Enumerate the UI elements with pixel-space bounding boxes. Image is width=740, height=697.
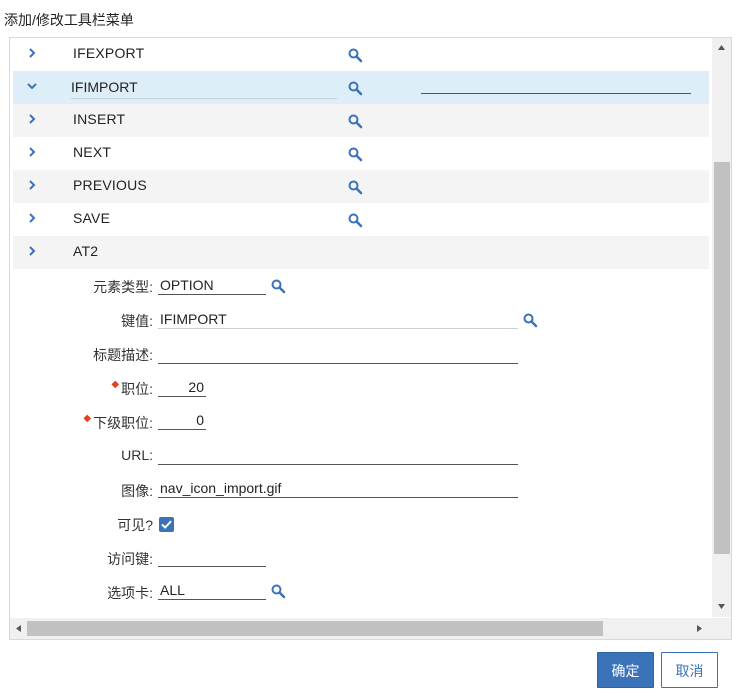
- position-label-text: 职位:: [121, 381, 153, 397]
- chevron-right-icon[interactable]: [25, 244, 39, 258]
- sub-position-field[interactable]: 0: [158, 410, 206, 430]
- chevron-right-icon[interactable]: [25, 211, 39, 225]
- key-value-label: 键值:: [121, 313, 153, 329]
- horizontal-scrollbar-thumb[interactable]: [27, 621, 603, 636]
- image-field[interactable]: nav_icon_import.gif: [158, 478, 518, 498]
- url-field[interactable]: [158, 445, 518, 465]
- tree-row-previous[interactable]: PREVIOUS: [13, 170, 709, 203]
- tree-row-ifexport[interactable]: IFEXPORT: [13, 38, 709, 71]
- row-name-input[interactable]: IFIMPORT: [71, 76, 337, 99]
- row-label: INSERT: [73, 111, 126, 127]
- search-icon[interactable]: [347, 212, 363, 228]
- search-icon[interactable]: [347, 113, 363, 129]
- key-value-field[interactable]: IFIMPORT: [158, 309, 518, 329]
- menu-tree-panel: IFEXPORT IFIMPORT INSERT NEXT PREVIOUS S…: [9, 37, 732, 640]
- title-description-label: 标题描述:: [93, 347, 153, 363]
- dialog-title: 添加/修改工具栏菜单: [4, 12, 134, 28]
- row-label: NEXT: [73, 144, 112, 160]
- search-icon[interactable]: [522, 312, 538, 328]
- chevron-right-icon[interactable]: [25, 178, 39, 192]
- chevron-right-icon[interactable]: [25, 46, 39, 60]
- visible-label: 可见?: [117, 517, 153, 533]
- tree-row-at2[interactable]: AT2: [13, 236, 709, 269]
- search-icon[interactable]: [347, 146, 363, 162]
- element-type-label: 元素类型:: [93, 279, 153, 295]
- row-description-input[interactable]: [421, 93, 691, 94]
- position-label: ◆ 职位:: [111, 379, 153, 399]
- title-description-field[interactable]: [158, 344, 518, 364]
- horizontal-scrollbar[interactable]: [10, 618, 731, 639]
- tree-row-next[interactable]: NEXT: [13, 137, 709, 170]
- row-label: AT2: [73, 243, 99, 259]
- checkmark-icon: [161, 520, 172, 529]
- vertical-scrollbar[interactable]: [712, 38, 731, 617]
- search-icon[interactable]: [347, 47, 363, 63]
- scroll-right-arrow-icon[interactable]: [694, 623, 705, 634]
- search-icon[interactable]: [270, 583, 286, 599]
- visible-checkbox[interactable]: [159, 517, 174, 532]
- access-key-field[interactable]: [158, 547, 266, 567]
- url-label: URL:: [121, 447, 153, 463]
- sub-position-label: ◆ 下级职位:: [83, 413, 153, 433]
- row-label: SAVE: [73, 210, 111, 226]
- ok-button[interactable]: 确定: [597, 652, 654, 688]
- access-key-label: 访问键:: [107, 551, 153, 567]
- image-label: 图像:: [121, 483, 153, 499]
- required-marker: ◆: [111, 379, 120, 390]
- tab-label: 选项卡:: [107, 585, 153, 601]
- position-field[interactable]: 20: [158, 377, 206, 397]
- chevron-right-icon[interactable]: [25, 112, 39, 126]
- vertical-scrollbar-thumb[interactable]: [714, 162, 730, 554]
- scroll-up-arrow-icon[interactable]: [716, 42, 727, 53]
- search-icon[interactable]: [347, 80, 363, 96]
- sub-position-label-text: 下级职位:: [93, 415, 153, 431]
- tree-row-save[interactable]: SAVE: [13, 203, 709, 236]
- required-marker: ◆: [83, 413, 92, 424]
- tree-row-ifimport[interactable]: IFIMPORT: [13, 71, 709, 104]
- search-icon[interactable]: [270, 278, 286, 294]
- chevron-right-icon[interactable]: [25, 145, 39, 159]
- cancel-button[interactable]: 取消: [661, 652, 718, 688]
- tree-row-insert[interactable]: INSERT: [13, 104, 709, 137]
- element-type-field[interactable]: OPTION: [158, 275, 266, 295]
- tab-field[interactable]: ALL: [158, 580, 266, 600]
- chevron-down-icon[interactable]: [25, 79, 39, 93]
- scroll-left-arrow-icon[interactable]: [13, 623, 24, 634]
- scroll-down-arrow-icon[interactable]: [716, 601, 727, 612]
- row-label: PREVIOUS: [73, 177, 147, 193]
- search-icon[interactable]: [347, 179, 363, 195]
- row-label: IFEXPORT: [73, 45, 145, 61]
